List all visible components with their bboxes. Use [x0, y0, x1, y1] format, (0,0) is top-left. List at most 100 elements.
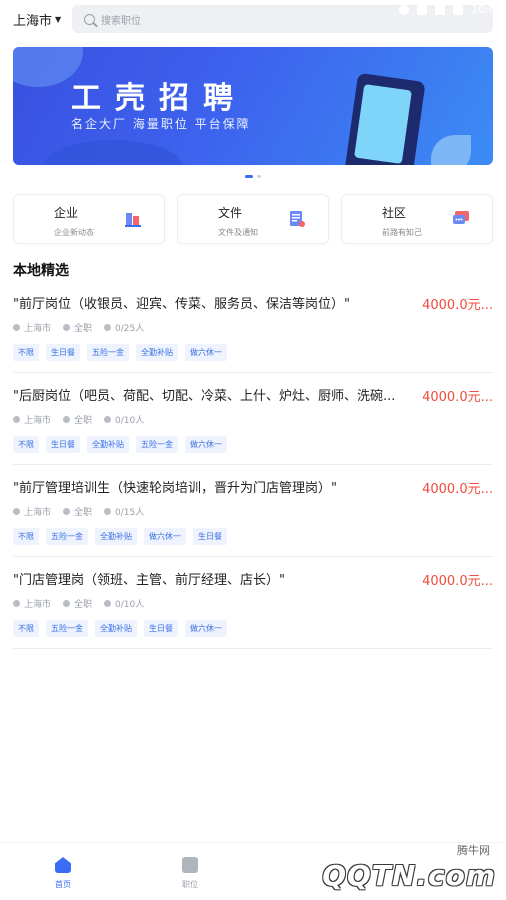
watermark-brand: 腾牛网 — [457, 844, 490, 857]
job-tag: 全勤补贴 — [95, 620, 137, 637]
job-tag: 做六休一 — [185, 436, 227, 453]
job-location: 上海市 — [13, 413, 51, 426]
card-subtitle: 文件及通知 — [218, 228, 258, 237]
watermark: 腾牛网 QQTN.com — [290, 840, 500, 896]
card-title: 文件 — [218, 206, 243, 220]
leaf-illustration — [431, 135, 471, 165]
person-icon — [104, 416, 112, 423]
card-documents[interactable]: 文件 文件及通知 — [177, 194, 329, 244]
caret-down-icon: ▼ — [55, 14, 62, 24]
person-icon — [104, 324, 112, 331]
tab-home[interactable]: 首页 — [33, 857, 93, 890]
job-headcount: 0/10人 — [104, 597, 144, 610]
job-meta: 上海市 全职 0/10人 — [13, 413, 144, 426]
job-tags: 不限 五险一金 全勤补贴 生日餐 做六休一 — [13, 620, 227, 637]
card-title: 社区 — [382, 206, 407, 220]
job-location: 上海市 — [13, 505, 51, 518]
section-title-local-picks: 本地精选 — [13, 263, 69, 279]
location-icon — [13, 324, 20, 331]
job-tag: 不限 — [13, 436, 39, 453]
city-label: 上海市 — [13, 13, 53, 29]
status-bar: 10:0 — [399, 3, 496, 16]
banner-title: 工壳招聘 — [71, 81, 247, 116]
location-status-icon — [399, 4, 410, 15]
card-title: 企业 — [54, 206, 79, 220]
document-icon — [290, 211, 305, 227]
carousel-dot-active[interactable] — [245, 175, 253, 178]
clock-icon — [63, 416, 71, 423]
job-type: 全职 — [63, 505, 92, 518]
bottom-tab-bar: 首页 职位 腾牛网 QQTN.com — [0, 842, 506, 900]
promo-banner[interactable]: 工壳招聘 名企大厂 海量职位 平台保障 — [13, 47, 493, 165]
job-tag: 做六休一 — [185, 620, 227, 637]
job-list-item[interactable]: "前厅管理培训生（快速轮岗培训，晋升为门店管理岗）" 4000.0元... 上海… — [13, 477, 493, 557]
card-subtitle: 企业新动态 — [54, 228, 94, 237]
battery-status-icon — [453, 4, 464, 15]
status-time: 10:0 — [471, 3, 496, 16]
clock-icon — [63, 508, 71, 515]
job-tag: 不限 — [13, 344, 39, 361]
home-icon — [55, 857, 71, 873]
job-headcount: 0/15人 — [104, 505, 144, 518]
building-icon — [125, 213, 141, 227]
job-tags: 不限 生日餐 五险一金 全勤补贴 做六休一 — [13, 344, 227, 361]
banner-subtitle: 名企大厂 海量职位 平台保障 — [71, 117, 251, 131]
job-tag: 五险一金 — [46, 620, 88, 637]
job-tag: 生日餐 — [46, 436, 80, 453]
job-tag: 全勤补贴 — [87, 436, 129, 453]
chat-icon — [453, 211, 469, 224]
tab-label: 职位 — [182, 880, 198, 889]
location-icon — [13, 508, 20, 515]
tab-label: 首页 — [55, 880, 71, 889]
job-tag: 不限 — [13, 528, 39, 545]
city-selector[interactable]: 上海市 ▼ — [13, 10, 61, 29]
job-tag: 五险一金 — [87, 344, 129, 361]
job-title: "门店管理岗（领班、主管、前厅经理、店长）" — [13, 573, 285, 588]
card-enterprise[interactable]: 企业 企业新动态 — [13, 194, 165, 244]
job-tag: 做六休一 — [185, 344, 227, 361]
person-icon — [104, 600, 112, 607]
quick-entry-cards: 企业 企业新动态 文件 文件及通知 社区 前路有知己 — [13, 194, 493, 244]
job-location: 上海市 — [13, 597, 51, 610]
job-tags: 不限 五险一金 全勤补贴 做六休一 生日餐 — [13, 528, 227, 545]
carousel-dot[interactable] — [257, 175, 261, 178]
job-salary: 4000.0元... — [422, 298, 493, 313]
job-salary: 4000.0元... — [422, 574, 493, 589]
search-placeholder: 搜索职位 — [101, 15, 141, 27]
job-tag: 生日餐 — [144, 620, 178, 637]
phone-screen-illustration — [354, 84, 412, 164]
job-list-item[interactable]: "后厨岗位（吧员、荷配、切配、冷菜、上什、炉灶、厨师、洗碗... 4000.0元… — [13, 385, 493, 465]
clock-icon — [63, 600, 71, 607]
job-tag: 生日餐 — [46, 344, 80, 361]
wifi-status-icon — [417, 4, 428, 15]
job-meta: 上海市 全职 0/10人 — [13, 597, 144, 610]
person-icon — [104, 508, 112, 515]
job-type: 全职 — [63, 321, 92, 334]
carousel-indicator — [0, 175, 506, 178]
job-type: 全职 — [63, 597, 92, 610]
job-title: "前厅岗位（收银员、迎宾、传菜、服务员、保洁等岗位）" — [13, 297, 350, 312]
clock-icon — [63, 324, 71, 331]
job-tag: 做六休一 — [144, 528, 186, 545]
job-tag: 不限 — [13, 620, 39, 637]
job-headcount: 0/25人 — [104, 321, 144, 334]
search-icon — [84, 13, 95, 25]
tab-jobs[interactable]: 职位 — [160, 857, 220, 890]
location-icon — [13, 416, 20, 423]
job-tag: 五险一金 — [46, 528, 88, 545]
job-type: 全职 — [63, 413, 92, 426]
watermark-logo: QQTN.com — [322, 859, 496, 892]
card-community[interactable]: 社区 前路有知己 — [341, 194, 493, 244]
job-salary: 4000.0元... — [422, 390, 493, 405]
job-meta: 上海市 全职 0/25人 — [13, 321, 144, 334]
job-tag: 全勤补贴 — [95, 528, 137, 545]
job-salary: 4000.0元... — [422, 482, 493, 497]
job-tag: 生日餐 — [193, 528, 227, 545]
signal-status-icon — [435, 4, 446, 15]
job-title: "前厅管理培训生（快速轮岗培训，晋升为门店管理岗）" — [13, 481, 337, 496]
job-tag: 五险一金 — [136, 436, 178, 453]
job-list-item[interactable]: "门店管理岗（领班、主管、前厅经理、店长）" 4000.0元... 上海市 全职… — [13, 569, 493, 649]
job-tags: 不限 生日餐 全勤补贴 五险一金 做六休一 — [13, 436, 227, 453]
job-list-item[interactable]: "前厅岗位（收银员、迎宾、传菜、服务员、保洁等岗位）" 4000.0元... 上… — [13, 293, 493, 373]
briefcase-icon — [182, 857, 198, 873]
